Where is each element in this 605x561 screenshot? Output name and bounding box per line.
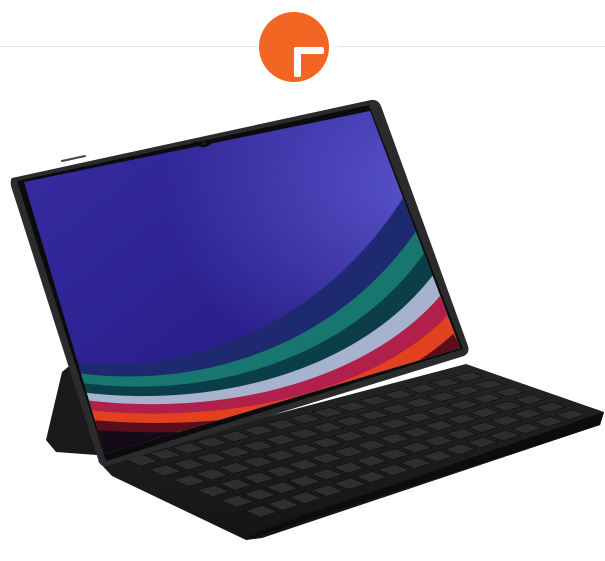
- bundle-canvas: [0, 0, 605, 561]
- divider-left: [0, 46, 258, 47]
- divider-right: [338, 46, 605, 47]
- tablet-with-keyboard-cover-image: [10, 99, 604, 540]
- add-button[interactable]: [259, 12, 329, 82]
